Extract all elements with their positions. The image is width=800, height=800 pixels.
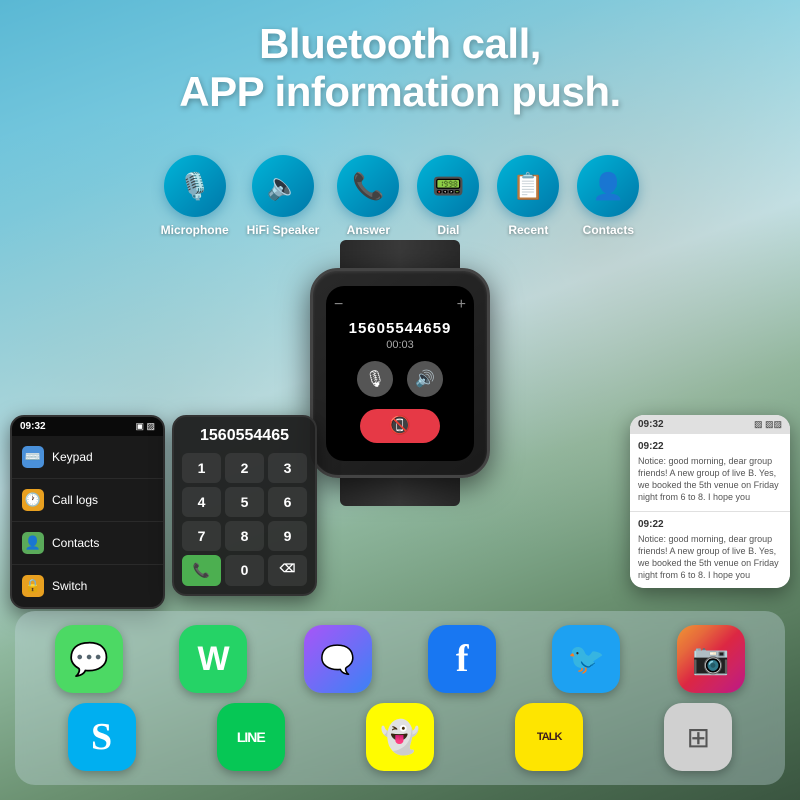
contacts-menu-icon: 👤 bbox=[22, 532, 44, 554]
watch-container: − + 15605544659 00:03 🎙 🔊 📵 bbox=[310, 240, 490, 506]
feature-microphone: 🎙️ Microphone bbox=[161, 155, 229, 237]
title-section: Bluetooth call, APP information push. bbox=[0, 10, 800, 127]
app-messenger[interactable]: 🗨️ bbox=[304, 625, 372, 693]
app-facebook[interactable]: f bbox=[428, 625, 496, 693]
feature-answer: 📞 Answer bbox=[337, 155, 399, 237]
watch-call-number: 15605544659 bbox=[349, 320, 452, 337]
app-whatsapp[interactable]: W bbox=[179, 625, 247, 693]
notification-item-2: 09:22 Notice: good morning, dear group f… bbox=[630, 512, 790, 589]
menu-item-switch[interactable]: 🔒 Switch bbox=[12, 565, 163, 607]
title-line1: Bluetooth call, bbox=[259, 20, 541, 67]
page-title: Bluetooth call, APP information push. bbox=[20, 20, 780, 117]
menu-item-contacts[interactable]: 👤 Contacts bbox=[12, 522, 163, 565]
answer-icon: 📞 bbox=[337, 155, 399, 217]
dial-label: Dial bbox=[437, 223, 459, 237]
watch-call-timer: 00:03 bbox=[386, 339, 414, 351]
notif-timestamp-2: 09:22 bbox=[638, 519, 782, 530]
watch-speaker-button[interactable]: 🔊 bbox=[407, 361, 443, 397]
microphone-icon: 🎙️ bbox=[164, 155, 226, 217]
menu-item-keypad[interactable]: ⌨️ Keypad bbox=[12, 436, 163, 479]
app-line[interactable]: LINE bbox=[217, 703, 285, 771]
dial-grid: 1 2 3 4 5 6 7 8 9 📞 0 ⌫ bbox=[182, 453, 307, 586]
notification-item-1: 09:22 Notice: good morning, dear group f… bbox=[630, 434, 790, 512]
contacts-icon: 👤 bbox=[577, 155, 639, 217]
call-logs-icon: 🕐 bbox=[22, 489, 44, 511]
dial-key-5[interactable]: 5 bbox=[225, 487, 264, 517]
notification-panel: 09:32 ▨ ▨▨ 09:22 Notice: good morning, d… bbox=[630, 415, 790, 588]
answer-label: Answer bbox=[347, 223, 390, 237]
recent-label: Recent bbox=[508, 223, 548, 237]
watch-end-call-button[interactable]: 📵 bbox=[360, 409, 440, 443]
dial-key-8[interactable]: 8 bbox=[225, 521, 264, 551]
call-logs-label: Call logs bbox=[52, 493, 98, 507]
dial-key-7[interactable]: 7 bbox=[182, 521, 221, 551]
hifi-speaker-icon: 🔈 bbox=[252, 155, 314, 217]
feature-dial: 📟 Dial bbox=[417, 155, 479, 237]
app-instagram[interactable]: 📷 bbox=[677, 625, 745, 693]
app-messages[interactable]: 💬 bbox=[55, 625, 123, 693]
dial-pad: 1560554465 1 2 3 4 5 6 7 8 9 📞 0 ⌫ bbox=[172, 415, 317, 596]
notif-text-1: Notice: good morning, dear group friends… bbox=[638, 455, 782, 504]
features-row: 🎙️ Microphone 🔈 HiFi Speaker 📞 Answer 📟 … bbox=[0, 155, 800, 237]
dial-key-3[interactable]: 3 bbox=[268, 453, 307, 483]
switch-icon: 🔒 bbox=[22, 575, 44, 597]
notif-timestamp-1: 09:22 bbox=[638, 441, 782, 452]
dial-delete-button[interactable]: ⌫ bbox=[268, 555, 307, 586]
keypad-label: Keypad bbox=[52, 450, 93, 464]
dial-key-4[interactable]: 4 bbox=[182, 487, 221, 517]
feature-hifi-speaker: 🔈 HiFi Speaker bbox=[247, 155, 320, 237]
app-grid[interactable]: ⊞ bbox=[664, 703, 732, 771]
app-twitter[interactable]: 🐦 bbox=[552, 625, 620, 693]
dial-key-0[interactable]: 0 bbox=[225, 555, 264, 586]
phone-status-bar: 09:32 ▣ ▨ bbox=[12, 417, 163, 436]
dial-key-2[interactable]: 2 bbox=[225, 453, 264, 483]
dial-call-button[interactable]: 📞 bbox=[182, 555, 221, 586]
watch-mute-button[interactable]: 🎙 bbox=[357, 361, 393, 397]
apps-row-1: 💬 W 🗨️ f 🐦 📷 bbox=[27, 625, 773, 693]
watch-strap-bottom bbox=[340, 478, 460, 506]
watch-strap-top bbox=[340, 240, 460, 268]
notif-battery: ▨ ▨▨ bbox=[754, 419, 782, 430]
dial-key-6[interactable]: 6 bbox=[268, 487, 307, 517]
phone-status-icons: ▣ ▨ bbox=[135, 421, 155, 432]
contacts-label: Contacts bbox=[583, 223, 634, 237]
switch-label: Switch bbox=[52, 579, 87, 593]
microphone-label: Microphone bbox=[161, 223, 229, 237]
phone-menu-screen: 09:32 ▣ ▨ ⌨️ Keypad 🕐 Call logs 👤 Contac… bbox=[10, 415, 165, 609]
recent-icon: 📋 bbox=[497, 155, 559, 217]
app-kakao[interactable]: TALK bbox=[515, 703, 583, 771]
feature-contacts: 👤 Contacts bbox=[577, 155, 639, 237]
notif-text-2: Notice: good morning, dear group friends… bbox=[638, 533, 782, 582]
dial-key-1[interactable]: 1 bbox=[182, 453, 221, 483]
dial-icon: 📟 bbox=[417, 155, 479, 217]
watch-body: − + 15605544659 00:03 🎙 🔊 📵 bbox=[310, 268, 490, 478]
watch-screen: − + 15605544659 00:03 🎙 🔊 📵 bbox=[326, 286, 474, 461]
dial-display: 1560554465 bbox=[182, 427, 307, 445]
phone-time: 09:32 bbox=[20, 421, 46, 432]
apps-row-2: S LINE 👻 TALK ⊞ bbox=[27, 703, 773, 771]
title-line2: APP information push. bbox=[179, 68, 620, 115]
watch-call-actions: 🎙 🔊 bbox=[357, 361, 443, 397]
keypad-icon: ⌨️ bbox=[22, 446, 44, 468]
notif-time: 09:32 bbox=[638, 419, 664, 430]
dial-key-9[interactable]: 9 bbox=[268, 521, 307, 551]
notif-status-bar: 09:32 ▨ ▨▨ bbox=[630, 415, 790, 434]
menu-item-call-logs[interactable]: 🕐 Call logs bbox=[12, 479, 163, 522]
apps-section: 💬 W 🗨️ f 🐦 📷 S LINE 👻 bbox=[15, 611, 785, 785]
hifi-speaker-label: HiFi Speaker bbox=[247, 223, 320, 237]
app-snapchat[interactable]: 👻 bbox=[366, 703, 434, 771]
app-skype[interactable]: S bbox=[68, 703, 136, 771]
contacts-menu-label: Contacts bbox=[52, 536, 99, 550]
feature-recent: 📋 Recent bbox=[497, 155, 559, 237]
